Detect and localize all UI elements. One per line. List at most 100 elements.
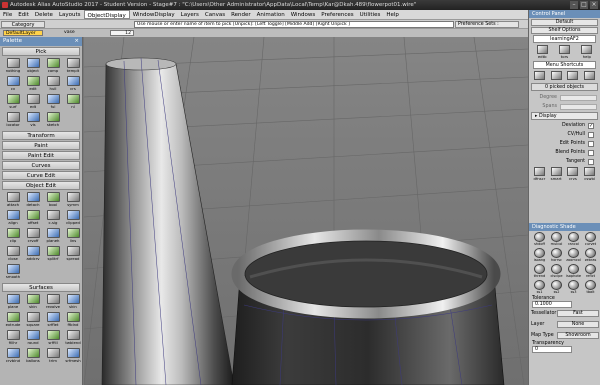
menu-help[interactable]: Help: [383, 10, 402, 19]
menu-preferences[interactable]: Preferences: [318, 10, 356, 19]
tool-revolve[interactable]: revolve: [44, 294, 62, 311]
tool-smart[interactable]: smart: [549, 167, 564, 181]
tool-crvblnd[interactable]: crvblnd: [4, 348, 22, 365]
diagnostic-tool-tbalt[interactable]: tbalt: [583, 280, 598, 295]
tool-crs[interactable]: crs: [64, 76, 82, 93]
category-dropdown[interactable]: Category: [1, 21, 45, 28]
tool-lins[interactable]: lins: [64, 228, 82, 245]
tool-tors[interactable]: tors: [557, 45, 572, 59]
checkbox[interactable]: ✓: [588, 122, 594, 129]
maximize-icon[interactable]: □: [580, 1, 588, 9]
tool-crvoff[interactable]: crvoff: [24, 228, 42, 245]
tool-edtb[interactable]: edtb: [535, 45, 550, 59]
menu-windows[interactable]: Windows: [288, 10, 319, 19]
menu-canvas[interactable]: Canvas: [202, 10, 228, 19]
maptype-dropdown[interactable]: Showroom: [557, 332, 599, 339]
diagnostic-tool-shdoff[interactable]: shdoff: [532, 232, 547, 247]
tool-clip[interactable]: clip: [4, 228, 22, 245]
transparency-field[interactable]: 0: [532, 346, 572, 353]
shortcut-icon[interactable]: [565, 71, 580, 80]
diagnostic-tool-clscipe[interactable]: clscipe: [549, 264, 564, 279]
tool-templt[interactable]: templt: [64, 58, 82, 75]
shortcut-icon[interactable]: [532, 71, 547, 80]
tool-edit[interactable]: edit: [24, 76, 42, 93]
tool-planeh[interactable]: planeh: [44, 228, 62, 245]
diagnostic-tool-isoang[interactable]: isoang: [532, 248, 547, 263]
tool-nothing[interactable]: nothing: [4, 58, 22, 75]
diagnostic-tool-thrend[interactable]: thrend: [532, 264, 547, 279]
tool-edt[interactable]: edt: [24, 94, 42, 111]
tool-trim[interactable]: trim: [44, 348, 62, 365]
tool-spread[interactable]: spread: [64, 246, 82, 263]
palette-section-curves[interactable]: Curves: [2, 161, 80, 170]
tool-twblend[interactable]: twblend: [64, 330, 82, 347]
tool-attach[interactable]: attach: [4, 192, 22, 209]
menu-render[interactable]: Render: [228, 10, 254, 19]
tool-cswbl[interactable]: cswbl: [582, 167, 597, 181]
diagnostic-tool-mulcol[interactable]: mulcol: [549, 232, 564, 247]
layer-value-field[interactable]: 12: [110, 30, 134, 36]
tool-bool[interactable]: bool: [44, 192, 62, 209]
default-layer-button[interactable]: DefaultLayer: [3, 30, 43, 36]
tool-srffill[interactable]: srffill: [44, 330, 62, 347]
tool-skin[interactable]: skin: [24, 294, 42, 311]
tool-extrude[interactable]: extrude: [4, 312, 22, 329]
close-icon[interactable]: ×: [590, 1, 598, 9]
property-field[interactable]: [560, 103, 597, 110]
tool-help[interactable]: help: [579, 45, 594, 59]
tool-fillhr[interactable]: fillhr: [4, 330, 22, 347]
shortcut-icon[interactable]: [582, 71, 597, 80]
menu-edit[interactable]: Edit: [15, 10, 32, 19]
palette-section-surfaces[interactable]: Surfaces: [2, 283, 80, 292]
diagnostic-tool-horrsc[interactable]: horrsc: [549, 248, 564, 263]
menu-delete[interactable]: Delete: [32, 10, 56, 19]
tool-hull[interactable]: hull: [44, 76, 62, 93]
tool-round[interactable]: round: [24, 330, 42, 347]
tool-skin[interactable]: skin: [64, 294, 82, 311]
diagnostic-tool-ss2[interactable]: ss2: [549, 280, 564, 295]
diagnostic-tool-rancol[interactable]: rancol: [566, 232, 581, 247]
tool-nl[interactable]: nl: [64, 94, 82, 111]
display-section-header[interactable]: ▸ Display: [531, 112, 598, 120]
diagnostic-tool-ss3[interactable]: ss3: [566, 280, 581, 295]
tool-comp[interactable]: comp: [44, 58, 62, 75]
menu-animation[interactable]: Animation: [254, 10, 288, 19]
tool-ffblnd[interactable]: ffblnd: [64, 312, 82, 329]
palette-section-paint-edit[interactable]: Paint Edit: [2, 151, 80, 160]
shelf-options-dropdown[interactable]: Shelf Options: [531, 27, 598, 34]
minimize-icon[interactable]: –: [570, 1, 578, 9]
tool-splitrf[interactable]: splitrf: [44, 246, 62, 263]
diagnostic-tool-zoomcol[interactable]: zoomcol: [566, 248, 581, 263]
flowerpot-model[interactable]: [231, 229, 505, 385]
tool-crvs[interactable]: crvs: [565, 167, 580, 181]
diagnostic-tool-curvet[interactable]: curvet: [583, 232, 598, 247]
diagnostic-tool-reflct[interactable]: reflct: [583, 264, 598, 279]
palette-section-object-edit[interactable]: Object Edit: [2, 181, 80, 190]
tool-surf[interactable]: surf: [4, 94, 22, 111]
diagnostic-tool-isophote[interactable]: isophote: [566, 264, 581, 279]
menu-utilities[interactable]: Utilities: [357, 10, 384, 19]
3d-viewport[interactable]: [84, 37, 528, 385]
tool-smooth[interactable]: smooth: [4, 264, 22, 281]
tool-cv[interactable]: cv: [4, 76, 22, 93]
layer-dropdown[interactable]: None: [557, 321, 599, 328]
checkbox[interactable]: [588, 131, 594, 138]
tolerance-field[interactable]: 0.1000: [532, 301, 572, 308]
menu-objectdisplay[interactable]: ObjectDisplay: [83, 10, 130, 19]
preset-dropdown[interactable]: Default: [531, 19, 598, 26]
diagnostic-tool-zebras[interactable]: zebras: [583, 248, 598, 263]
checkbox[interactable]: [588, 149, 594, 156]
tool-square[interactable]: square: [24, 312, 42, 329]
tool-dfnscr[interactable]: dfnscr: [532, 167, 547, 181]
diagnostic-tool-ss1[interactable]: ss1: [532, 280, 547, 295]
tool-sketch[interactable]: sketch: [44, 112, 62, 129]
checkbox[interactable]: [588, 158, 594, 165]
tool-detach[interactable]: detach: [24, 192, 42, 209]
tool-clipped[interactable]: clipped: [64, 210, 82, 227]
tool-vis[interactable]: vis: [24, 112, 42, 129]
preference-sets-dropdown[interactable]: Preference Sets :: [455, 21, 519, 28]
palette-section-paint[interactable]: Paint: [2, 141, 80, 150]
tool-plane[interactable]: plane: [4, 294, 22, 311]
tool-symm[interactable]: symm: [64, 192, 82, 209]
tool-ful[interactable]: ful: [44, 94, 62, 111]
